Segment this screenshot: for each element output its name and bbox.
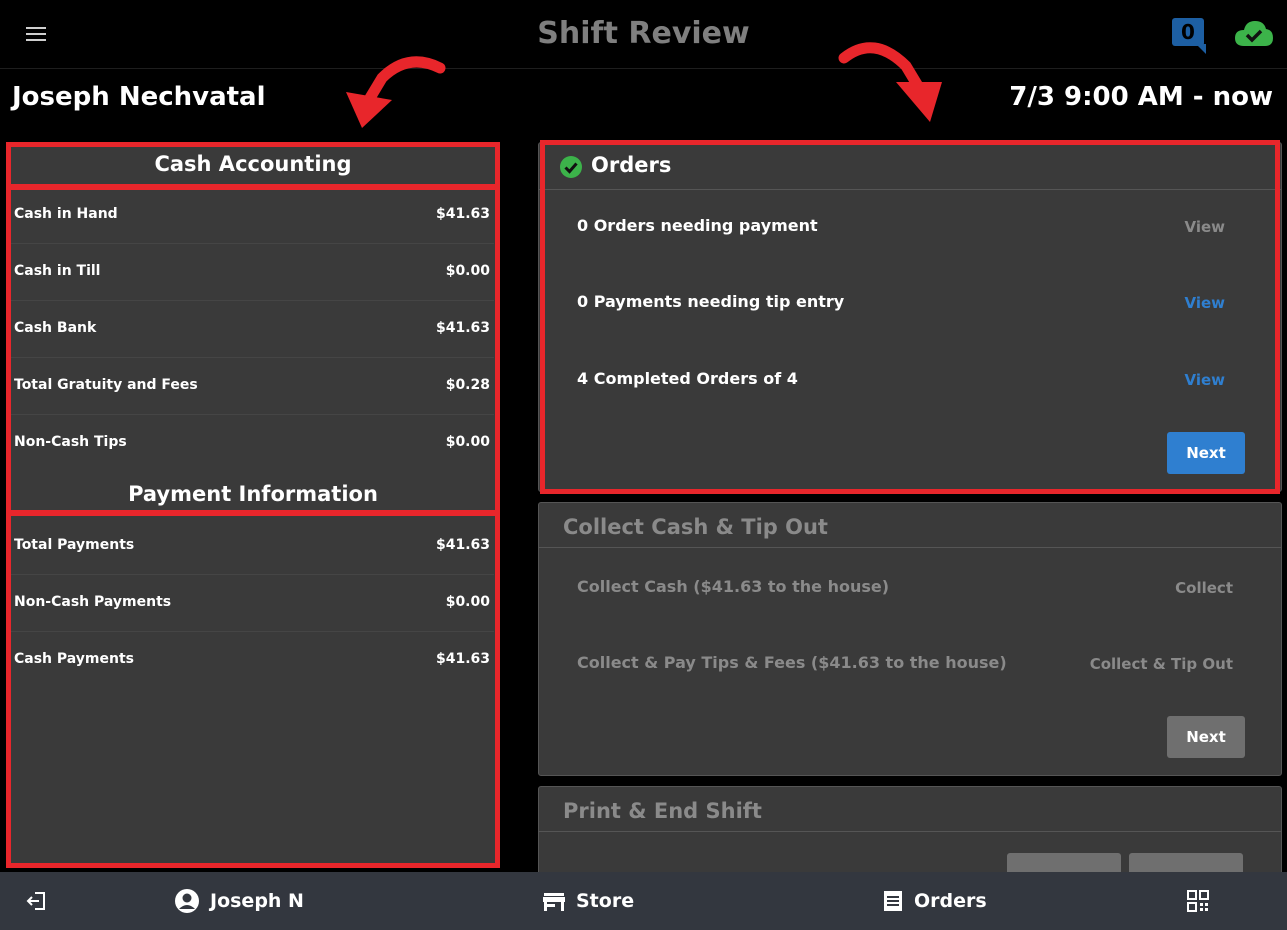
annotation-arrow-right [838, 42, 942, 122]
notification-badge-tail [1196, 44, 1206, 54]
orders-nav-label: Orders [914, 890, 987, 912]
store-nav[interactable]: Store [542, 872, 634, 930]
receipt-icon [884, 891, 902, 911]
user-nav-label: Joseph N [210, 890, 304, 912]
annotation-arrow-left [346, 56, 446, 128]
page-title: Shift Review [537, 16, 750, 51]
store-icon [543, 893, 565, 911]
logout-icon [26, 892, 45, 910]
qr-code-icon [1187, 890, 1209, 912]
cloud-sync-ok-icon[interactable] [1234, 18, 1274, 48]
collect-cash-card: Collect Cash & Tip Out Collect Cash ($41… [538, 502, 1282, 776]
employee-name: Joseph Nechvatal [12, 82, 266, 112]
logout-nav[interactable] [26, 872, 58, 930]
collect-next-button[interactable]: Next [1167, 716, 1245, 758]
user-nav[interactable]: Joseph N [174, 872, 304, 930]
print-end-shift-card-title: Print & End Shift [563, 799, 762, 823]
collect-cash-label: Collect Cash ($41.63 to the house) [577, 577, 890, 596]
bottom-nav-bar: Joseph N Store Orders [0, 872, 1287, 930]
print-end-shift-card: Print & End Shift [538, 786, 1282, 895]
card-divider [539, 831, 1281, 832]
store-nav-label: Store [576, 890, 635, 912]
collect-cash-card-title: Collect Cash & Tip Out [563, 515, 828, 539]
collect-pay-tips-label: Collect & Pay Tips & Fees ($41.63 to the… [577, 653, 1007, 672]
card-divider [539, 547, 1281, 548]
collect-cash-button[interactable]: Collect [1175, 579, 1233, 597]
orders-nav[interactable]: Orders [882, 872, 987, 930]
highlight-cash-accounting-title [6, 142, 500, 189]
highlight-payment-rows [6, 511, 500, 868]
collect-and-tip-out-button[interactable]: Collect & Tip Out [1090, 655, 1233, 673]
highlight-cash-accounting-rows [6, 185, 500, 515]
notification-badge[interactable]: 0 [1172, 18, 1204, 46]
qr-code-nav[interactable] [1187, 872, 1219, 930]
shift-time-range: 7/3 9:00 AM - now [1009, 82, 1273, 112]
highlight-orders-card [540, 140, 1280, 494]
user-avatar-icon [175, 889, 199, 913]
